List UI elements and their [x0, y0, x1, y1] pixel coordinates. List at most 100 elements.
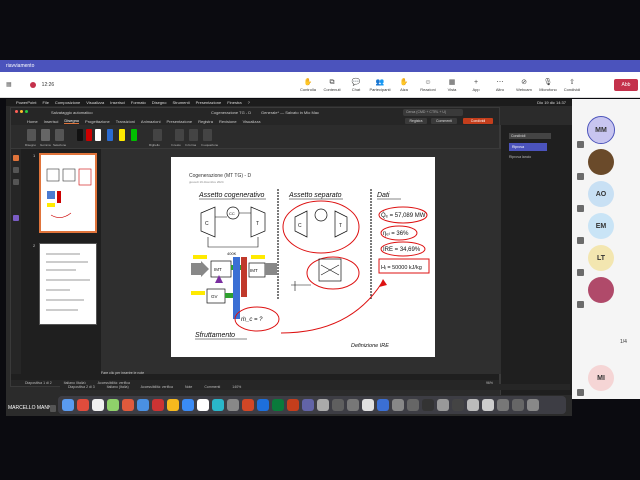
ribbon-tab[interactable]: Disegno: [64, 118, 80, 124]
draw-tool-icon[interactable]: [27, 129, 36, 141]
teams-action-5[interactable]: ☺ Reazioni: [416, 72, 440, 98]
dock-app-icon[interactable]: [527, 399, 539, 411]
dock-app-icon[interactable]: [362, 399, 374, 411]
teams-action-2[interactable]: 💬 Chat: [344, 72, 368, 98]
highlighter-yellow-icon[interactable]: [119, 129, 125, 141]
side-blue-button[interactable]: Riprova: [509, 143, 547, 151]
mac-menu-item[interactable]: Formato: [131, 100, 146, 105]
ink-to-math-icon[interactable]: [203, 129, 212, 141]
eraser-icon[interactable]: [41, 129, 50, 141]
pen-white-icon[interactable]: [95, 129, 101, 141]
mac-menu-item[interactable]: Finestra: [227, 100, 241, 105]
ribbon-tab[interactable]: Progettazione: [85, 119, 110, 124]
dock-app-icon[interactable]: [122, 399, 134, 411]
mac-menu-item[interactable]: Inserisci: [110, 100, 125, 105]
ruler-icon[interactable]: [153, 129, 162, 141]
ribbon-tab[interactable]: Presentazione: [167, 119, 193, 124]
dock-app-icon[interactable]: [497, 399, 509, 411]
dock-app-icon[interactable]: [482, 399, 494, 411]
dock-app-icon[interactable]: [512, 399, 524, 411]
dock-app-icon[interactable]: [287, 399, 299, 411]
dock-app-icon[interactable]: [197, 399, 209, 411]
dock-app-icon[interactable]: [392, 399, 404, 411]
participant-avatar[interactable]: EM: [588, 213, 614, 239]
slide-thumbnail-2[interactable]: [39, 243, 97, 325]
comments-button[interactable]: Commenti: [431, 118, 457, 124]
current-slide[interactable]: Cogenerazione (MT TG) - D giovedì 19 dic…: [171, 157, 435, 357]
minimize-window-icon[interactable]: [20, 110, 23, 113]
dock-app-icon[interactable]: [452, 399, 464, 411]
teams-action-3[interactable]: 👥 Partecipanti: [368, 72, 392, 98]
dock-app-icon[interactable]: [77, 399, 89, 411]
mac-menu-item[interactable]: Strumenti: [172, 100, 189, 105]
dock-app-icon[interactable]: [242, 399, 254, 411]
dock-app-icon[interactable]: [467, 399, 479, 411]
mac-menu-item[interactable]: ?: [248, 100, 250, 105]
record-button[interactable]: Registra: [405, 118, 427, 124]
dock-app-icon[interactable]: [227, 399, 239, 411]
participant-avatar[interactable]: MM: [587, 116, 615, 144]
pen-black-icon[interactable]: [77, 129, 83, 141]
mac-menu-item[interactable]: Composizione: [55, 100, 80, 105]
dock-app-icon[interactable]: [422, 399, 434, 411]
participant-pager[interactable]: 1/4: [620, 339, 627, 345]
ribbon-tab[interactable]: Visualizza: [243, 119, 261, 124]
ribbon-tab[interactable]: Home: [27, 119, 38, 124]
participant-avatar[interactable]: MI: [588, 365, 614, 391]
notes-icon[interactable]: [13, 179, 19, 185]
pen-blue-icon[interactable]: [107, 129, 113, 141]
dock-app-icon[interactable]: [302, 399, 314, 411]
participant-avatar[interactable]: [588, 149, 614, 175]
dock-app-icon[interactable]: [257, 399, 269, 411]
lasso-select-icon[interactable]: [55, 129, 64, 141]
mac-menu-item[interactable]: Disegno: [152, 100, 167, 105]
teams-action-11[interactable]: ⇧ Condividi: [560, 72, 584, 98]
highlighter-green-icon[interactable]: [131, 129, 137, 141]
teams-action-10[interactable]: 🎙 Microfono: [536, 72, 560, 98]
dock-app-icon[interactable]: [377, 399, 389, 411]
addin-icon[interactable]: [13, 215, 19, 221]
mac-menu-item[interactable]: PowerPoint: [16, 100, 36, 105]
dock-app-icon[interactable]: [317, 399, 329, 411]
ink-to-text-icon[interactable]: [175, 129, 184, 141]
mac-menu-item[interactable]: Presentazione: [196, 100, 222, 105]
ribbon-tab[interactable]: Registra: [198, 119, 213, 124]
participant-avatar[interactable]: AO: [588, 181, 614, 207]
dock-app-icon[interactable]: [182, 399, 194, 411]
dock-app-icon[interactable]: [347, 399, 359, 411]
leave-button[interactable]: Abb: [614, 79, 638, 91]
mac-menu-item[interactable]: File: [42, 100, 48, 105]
slide-thumbnail-1[interactable]: [39, 153, 97, 233]
ribbon-tab[interactable]: Transizioni: [116, 119, 135, 124]
teams-action-9[interactable]: ⊘ Webcam: [512, 72, 536, 98]
ribbon-tab[interactable]: Revisione: [219, 119, 237, 124]
tile-icon[interactable]: ▦: [6, 81, 12, 88]
side-tab[interactable]: Condividi: [509, 133, 551, 139]
mac-menu-item[interactable]: Visualizza: [86, 100, 104, 105]
ink-to-shape-icon[interactable]: [189, 129, 198, 141]
autosave-label[interactable]: Salvataggio automatico: [51, 110, 93, 115]
dock-app-icon[interactable]: [167, 399, 179, 411]
participant-avatar[interactable]: LT: [588, 245, 614, 271]
dock-app-icon[interactable]: [92, 399, 104, 411]
teams-action-1[interactable]: ⧉ Contenuti: [320, 72, 344, 98]
dock-app-icon[interactable]: [437, 399, 449, 411]
ribbon-tab[interactable]: Inserisci: [44, 119, 59, 124]
dock-app-icon[interactable]: [137, 399, 149, 411]
pen-red-icon[interactable]: [86, 129, 92, 141]
dock-app-icon[interactable]: [212, 399, 224, 411]
share-button[interactable]: Condividi: [463, 118, 493, 124]
dock-app-icon[interactable]: [107, 399, 119, 411]
teams-action-0[interactable]: ✋ Controlla: [296, 72, 320, 98]
dock-app-icon[interactable]: [332, 399, 344, 411]
teams-action-8[interactable]: ⋯ Altro: [488, 72, 512, 98]
ribbon-tab[interactable]: Animazioni: [141, 119, 161, 124]
dock-app-icon[interactable]: [62, 399, 74, 411]
outline-icon[interactable]: [13, 167, 19, 173]
teams-action-4[interactable]: ✋ Alza: [392, 72, 416, 98]
search-input[interactable]: Cerca (CMD + CTRL + U): [403, 109, 463, 116]
participant-avatar[interactable]: [588, 277, 614, 303]
teams-action-7[interactable]: + App: [464, 72, 488, 98]
maximize-window-icon[interactable]: [25, 110, 28, 113]
dock-app-icon[interactable]: [152, 399, 164, 411]
